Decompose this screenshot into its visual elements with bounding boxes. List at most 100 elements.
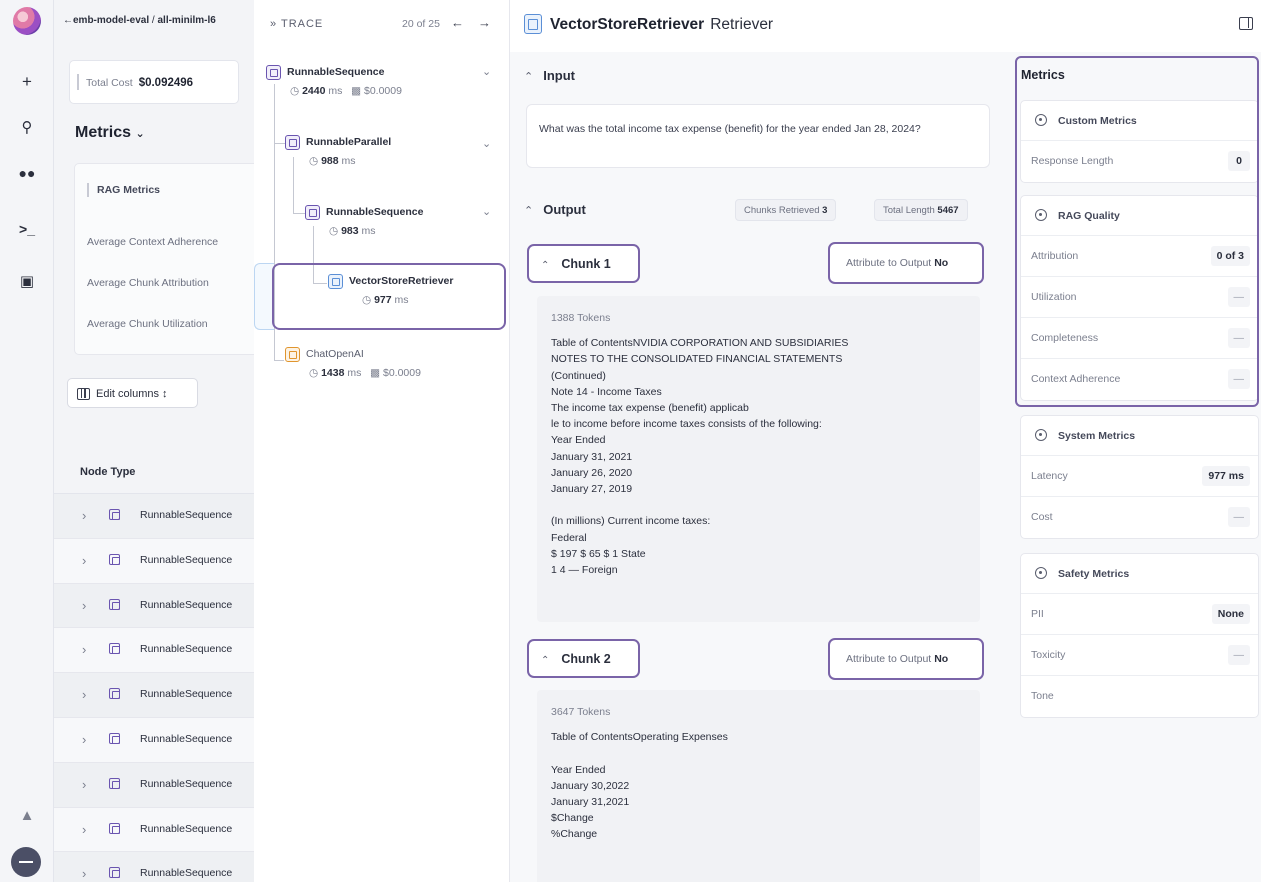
chunk-text-line (551, 745, 966, 761)
input-text: What was the total income tax expense (b… (526, 104, 990, 168)
clock-icon: ◷ (290, 85, 300, 97)
terminal-icon[interactable]: >_ (0, 219, 54, 239)
chunk-2-toggle[interactable]: ⌃ Chunk 2 (527, 639, 640, 678)
llm-icon (285, 347, 300, 362)
total-cost-card: Total Cost $0.092496 (69, 60, 239, 104)
node-type-cell: RunnableSequence (140, 643, 233, 656)
table-row[interactable]: › RunnableSequence (54, 628, 254, 674)
columns-icon (77, 388, 90, 400)
edit-columns-button[interactable]: Edit columns ↕ (67, 378, 198, 408)
chunk-2-content: 3647 Tokens Table of ContentsOperating E… (537, 690, 980, 882)
node-type-cell: RunnableSequence (140, 822, 233, 835)
chain-icon (266, 65, 281, 80)
chevron-right-icon[interactable]: › (82, 777, 86, 792)
breadcrumb-run[interactable]: all-minilm-l6 (157, 15, 215, 26)
chevron-down-icon[interactable]: ⌄ (482, 205, 491, 218)
search-icon[interactable]: ⚲ (0, 118, 54, 138)
chain-icon (109, 598, 120, 610)
flask-icon[interactable]: ▲ (0, 806, 54, 826)
chunk-text-line: (In millions) Current income taxes: (551, 515, 711, 528)
chunk-1-attribute: Attribute to Output No (828, 242, 984, 284)
coins-icon: ▩ (370, 367, 381, 379)
metric-group-heading: Safety Metrics (1021, 554, 1258, 594)
chunk-text-line: Table of ContentsOperating Expenses (551, 731, 728, 744)
table-row[interactable]: › RunnableSequence (54, 494, 254, 539)
column-header-node-type[interactable]: Node Type (54, 450, 254, 494)
glasses-icon[interactable]: ●● (0, 163, 54, 183)
table-row[interactable]: › RunnableSequence (54, 538, 254, 584)
chunk-text-line: Federal (551, 531, 587, 544)
chevron-right-icon[interactable]: › (82, 687, 86, 702)
prev-arrow-icon[interactable]: ← (451, 15, 464, 30)
input-section-toggle[interactable]: ⌃ Input (524, 68, 575, 83)
metric-label: Latency (1031, 470, 1068, 482)
rag-metrics-card: RAG Metrics Average Context Adherence Av… (74, 163, 254, 355)
table-row[interactable]: › RunnableSequence (54, 762, 254, 808)
table-row[interactable]: › RunnableSequence (54, 852, 254, 882)
chevron-right-icon[interactable]: › (82, 553, 86, 568)
trace-header: » TRACE 20 of 25 ← → (254, 0, 510, 50)
table-row[interactable]: › RunnableSequence (54, 807, 254, 853)
logo-icon[interactable] (13, 7, 41, 35)
chevron-right-icon[interactable]: › (82, 598, 86, 613)
chain-icon (285, 135, 300, 150)
chunk-text-line: 1 4 — Foreign (551, 564, 618, 577)
monitor-icon[interactable]: ▣ (0, 272, 54, 292)
node-type-cell: RunnableSequence (140, 867, 233, 880)
output-section-toggle[interactable]: ⌃ Output (524, 202, 586, 217)
chunk-text-line: NOTES TO THE CONSOLIDATED FINANCIAL STAT… (551, 353, 843, 366)
metric-value: 977 ms (1202, 466, 1250, 486)
metric-value: — (1227, 507, 1250, 527)
node-type-cell: RunnableSequence (140, 509, 233, 521)
chevron-up-icon: ⌃ (524, 205, 534, 217)
avatar[interactable] (11, 847, 41, 877)
chevron-down-icon[interactable]: ⌄ (482, 65, 491, 78)
chunk-1-toggle[interactable]: ⌃ Chunk 1 (527, 244, 640, 283)
chevron-right-icon[interactable]: › (82, 732, 86, 747)
metrics-dropdown[interactable]: Metrics ⌄ (75, 124, 145, 142)
node-type-cell: RunnableSequence (140, 553, 233, 566)
back-arrow-icon[interactable]: ← (63, 15, 73, 26)
table-row[interactable]: › RunnableSequence (54, 673, 254, 718)
trace-panel: » TRACE 20 of 25 ← → RunnableSequence ◷ … (254, 0, 510, 882)
chunks-retrieved-badge: Chunks Retrieved 3 (735, 199, 837, 221)
chunk-text-line (551, 497, 966, 513)
chevron-right-icon[interactable]: › (82, 508, 86, 523)
clock-icon: ◷ (309, 367, 319, 379)
chain-icon (109, 509, 120, 520)
safety-metrics-icon (1035, 567, 1047, 579)
chunk-text-line: Table of ContentsNVIDIA CORPORATION AND … (551, 337, 849, 350)
panel-toggle-icon[interactable] (1239, 17, 1253, 30)
metric-row: Cost — (1021, 497, 1258, 538)
chain-icon (109, 777, 120, 789)
project-panel: ←emb-model-eval / all-minilm-l6 Total Co… (54, 0, 254, 882)
table-row[interactable]: › RunnableSequence (54, 583, 254, 629)
node-type-cell: RunnableSequence (140, 732, 233, 745)
metric-value: None (1211, 604, 1250, 624)
chunk-2-tokens: 3647 Tokens (551, 706, 611, 718)
metric-chunk-utilization: Average Chunk Utilization (87, 318, 208, 330)
chevron-down-icon[interactable]: ⌄ (482, 137, 491, 150)
chunk-text-line: January 31, 2021 (551, 450, 633, 463)
node-type-cell: RunnableSequence (140, 777, 233, 790)
plus-icon[interactable]: + (0, 72, 54, 92)
chunk-text-line: January 31,2021 (551, 796, 630, 808)
breadcrumb-project[interactable]: emb-model-eval (73, 15, 149, 26)
chunk-1-tokens: 1388 Tokens (551, 312, 611, 324)
chevron-right-icon[interactable]: › (82, 866, 86, 881)
chain-icon (109, 643, 120, 655)
chevron-right-icon[interactable]: › (82, 642, 86, 657)
chunk-text-line: January 30,2022 (551, 779, 630, 792)
metric-label: PII (1031, 608, 1044, 620)
total-cost-value: $0.092496 (138, 77, 194, 89)
chain-icon (109, 688, 120, 700)
breadcrumb[interactable]: ←emb-model-eval / all-minilm-l6 (63, 15, 216, 26)
retriever-icon (524, 14, 542, 34)
table-row[interactable]: › RunnableSequence (54, 717, 254, 763)
chevron-right-icon[interactable]: › (82, 822, 86, 837)
metric-row: Latency 977 ms (1021, 456, 1258, 497)
next-arrow-icon[interactable]: → (478, 15, 491, 30)
clock-icon: ◷ (329, 225, 339, 237)
trace-title[interactable]: » TRACE (270, 18, 323, 30)
metric-row: PII None (1021, 594, 1258, 635)
